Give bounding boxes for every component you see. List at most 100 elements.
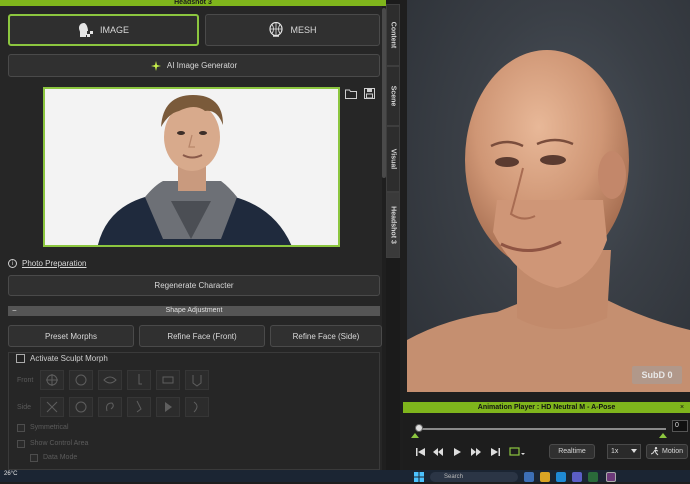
playback-speed-select[interactable]: 1x bbox=[607, 444, 641, 459]
motion-label: Motion bbox=[661, 448, 683, 455]
chevron-down-icon bbox=[631, 448, 637, 455]
ai-image-generator-button[interactable]: AI Image Generator bbox=[8, 54, 380, 77]
sculpt-tool-profile-nose[interactable] bbox=[127, 397, 151, 417]
tab-content-label: Content bbox=[389, 21, 397, 49]
jaw-icon bbox=[192, 375, 202, 387]
ear-icon bbox=[106, 402, 114, 412]
sculpt-tool-face-front[interactable] bbox=[40, 370, 64, 390]
play-icon bbox=[454, 448, 461, 456]
skip-to-start-button[interactable] bbox=[413, 446, 427, 458]
sparkle-icon bbox=[150, 60, 161, 71]
portrait-image bbox=[45, 89, 338, 245]
head-image-icon bbox=[78, 22, 94, 38]
tab-scene-label: Scene bbox=[389, 85, 397, 107]
current-frame-field[interactable]: 0 bbox=[672, 420, 688, 432]
tab-content[interactable]: Content bbox=[386, 4, 400, 66]
tab-visual-label: Visual bbox=[389, 148, 397, 170]
info-icon: i bbox=[8, 258, 17, 268]
sculpt-tool-face-side[interactable] bbox=[40, 397, 64, 417]
collapse-icon[interactable]: − bbox=[12, 306, 17, 316]
photo-preparation-row: i Photo Preparation bbox=[8, 257, 87, 269]
fast-forward-icon bbox=[471, 448, 481, 456]
regenerate-character-button[interactable]: Regenerate Character bbox=[8, 275, 380, 296]
cross-icon bbox=[46, 401, 58, 413]
face-target-icon bbox=[46, 374, 58, 386]
tab-scene[interactable]: Scene bbox=[386, 66, 400, 126]
image-mode-button[interactable]: IMAGE bbox=[8, 14, 199, 46]
data-mode-checkbox[interactable] bbox=[30, 454, 38, 462]
subd-level-badge[interactable]: SubD 0 bbox=[632, 366, 682, 384]
profile-nose-icon bbox=[136, 400, 142, 413]
mesh-mode-button[interactable]: MESH bbox=[205, 14, 380, 46]
skip-to-end-button[interactable] bbox=[488, 446, 502, 458]
side-row-label: Side bbox=[17, 404, 32, 411]
symmetrical-checkbox[interactable] bbox=[17, 424, 25, 432]
sculpt-tool-eye[interactable] bbox=[98, 370, 122, 390]
loop-icon bbox=[509, 447, 525, 456]
skip-end-icon bbox=[490, 448, 500, 456]
shape-adjustment-header[interactable]: Shape Adjustment bbox=[8, 306, 380, 316]
photo-preparation-link[interactable]: Photo Preparation bbox=[22, 259, 87, 268]
sculpt-tool-profile-lips[interactable] bbox=[156, 397, 180, 417]
sculpt-tool-skull[interactable] bbox=[69, 397, 93, 417]
front-row-label: Front bbox=[17, 377, 34, 384]
show-control-area-checkbox[interactable] bbox=[17, 440, 25, 448]
timeline-scrubber[interactable] bbox=[415, 424, 423, 432]
edge-browser-icon[interactable] bbox=[556, 472, 566, 482]
folder-open-icon[interactable] bbox=[345, 88, 357, 99]
3d-head-render bbox=[407, 50, 690, 392]
teams-icon[interactable] bbox=[572, 472, 582, 482]
animation-player-title: Animation Player : HD Neutral M - A-Pose bbox=[403, 402, 690, 413]
motion-button[interactable]: Motion bbox=[646, 444, 688, 459]
panel-title: Headshot 3 bbox=[0, 0, 386, 6]
tab-headshot-label: Headshot 3 bbox=[389, 206, 397, 244]
range-end-marker[interactable] bbox=[659, 433, 667, 438]
data-mode-label: Data Mode bbox=[43, 454, 78, 461]
save-icon[interactable] bbox=[364, 88, 375, 99]
windows-start-icon[interactable] bbox=[414, 472, 424, 482]
sculpt-tool-nose[interactable] bbox=[127, 370, 151, 390]
eye-icon bbox=[103, 376, 117, 384]
activate-sculpt-label: Activate Sculpt Morph bbox=[30, 354, 108, 363]
sculpt-tool-forehead[interactable] bbox=[69, 370, 93, 390]
tab-headshot[interactable]: Headshot 3 bbox=[386, 192, 400, 258]
file-explorer-icon[interactable] bbox=[540, 472, 550, 482]
nose-icon bbox=[138, 374, 142, 385]
mesh-head-icon bbox=[268, 22, 284, 38]
activate-sculpt-checkbox[interactable] bbox=[16, 354, 25, 363]
task-view-icon[interactable] bbox=[524, 472, 534, 482]
range-start-marker[interactable] bbox=[411, 433, 419, 438]
refine-face-side-button[interactable]: Refine Face (Side) bbox=[270, 325, 382, 347]
sculpt-tool-mouth[interactable] bbox=[156, 370, 180, 390]
mesh-mode-label: MESH bbox=[290, 25, 317, 35]
weather-temperature[interactable]: 26°C bbox=[4, 471, 17, 477]
animation-player-close-button[interactable]: × bbox=[680, 402, 688, 413]
previous-frame-button[interactable] bbox=[431, 446, 445, 458]
play-shape-icon bbox=[165, 402, 172, 412]
image-mode-label: IMAGE bbox=[99, 25, 129, 35]
preset-morphs-button[interactable]: Preset Morphs bbox=[8, 325, 134, 347]
character-creator-icon[interactable] bbox=[606, 472, 616, 482]
next-frame-button[interactable] bbox=[469, 446, 483, 458]
rewind-icon bbox=[433, 448, 443, 456]
sculpt-tool-profile-chin[interactable] bbox=[185, 397, 209, 417]
timeline-track[interactable] bbox=[418, 428, 666, 430]
3d-viewport[interactable] bbox=[407, 0, 690, 392]
forehead-icon bbox=[75, 374, 87, 386]
mouth-icon bbox=[162, 376, 174, 384]
running-figure-icon bbox=[650, 447, 659, 456]
tab-visual[interactable]: Visual bbox=[386, 126, 400, 192]
refine-face-front-button[interactable]: Refine Face (Front) bbox=[139, 325, 265, 347]
show-control-area-label: Show Control Area bbox=[30, 440, 89, 447]
sculpt-tool-jaw[interactable] bbox=[185, 370, 209, 390]
realtime-button[interactable]: Realtime bbox=[549, 444, 595, 459]
chin-icon bbox=[193, 401, 198, 413]
loop-mode-button[interactable] bbox=[508, 446, 526, 458]
taskbar-search-box[interactable]: Search bbox=[430, 472, 518, 482]
playback-speed-value: 1x bbox=[611, 448, 619, 455]
source-photo[interactable] bbox=[43, 87, 340, 247]
play-button[interactable] bbox=[450, 446, 464, 458]
sculpt-tool-ear[interactable] bbox=[98, 397, 122, 417]
app-icon[interactable] bbox=[588, 472, 598, 482]
skull-icon bbox=[75, 401, 87, 413]
